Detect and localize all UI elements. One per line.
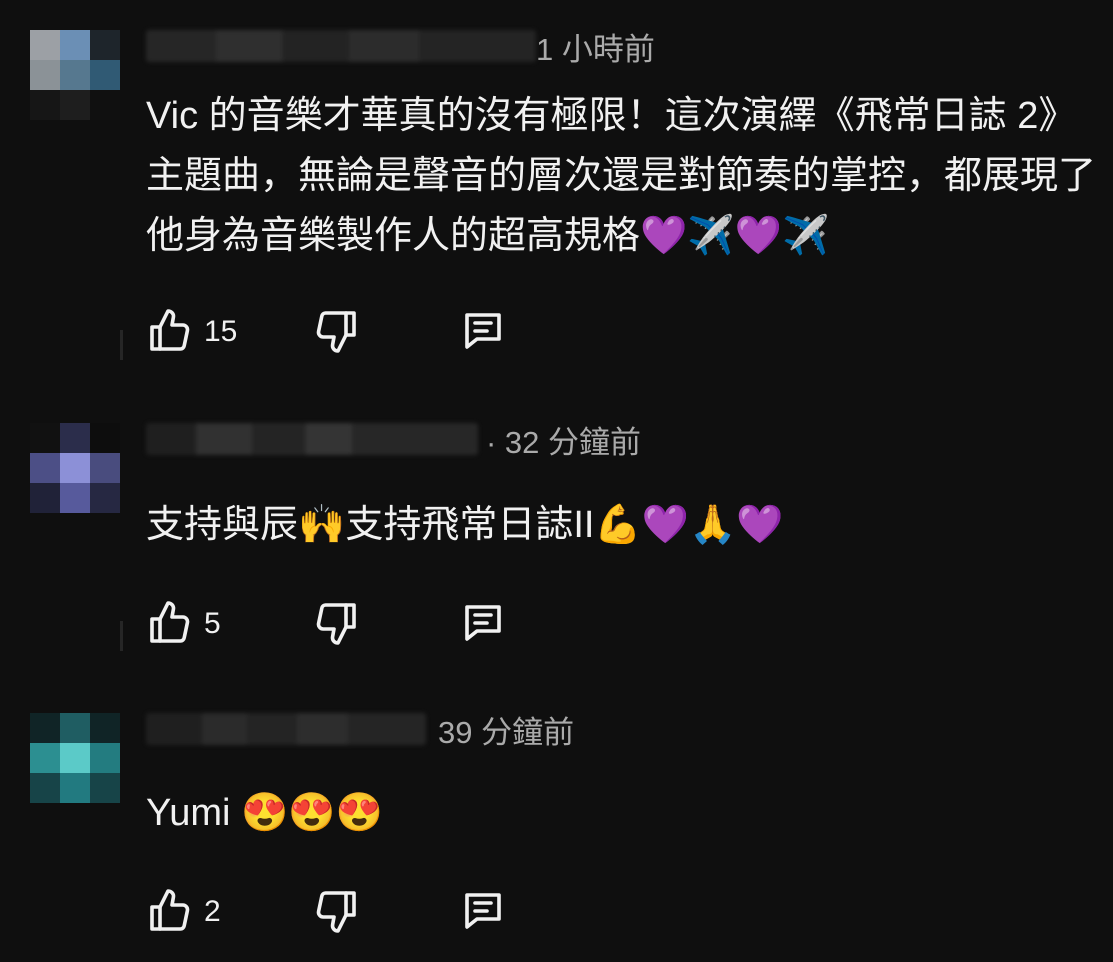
comment-item: 1 小時前 Vic 的音樂才華真的沒有極限！這次演繹《飛常日誌 2》主題曲，無論… [0,0,1113,360]
dislike-button[interactable] [312,597,360,651]
thumb-down-icon [316,603,356,645]
thumb-down-icon [316,891,356,933]
author-name[interactable] [146,423,478,455]
comment-timestamp[interactable]: 1 小時前 [536,32,655,68]
reply-comment-icon [465,313,501,349]
thread-divider [120,330,123,360]
dislike-button[interactable] [312,305,360,359]
author-name[interactable] [146,713,426,745]
thumb-up-icon [150,889,190,931]
comment-actions: 2 [146,885,546,939]
reply-button[interactable] [459,305,511,359]
avatar[interactable] [30,30,120,120]
comment-actions: 15 [146,305,546,359]
comment-text: 支持與辰🙌支持飛常日誌II💪💜🙏💜 [146,504,784,546]
like-count: 5 [204,607,221,640]
comment-item: 39 分鐘前 Yumi 😍😍😍 2 [0,683,1113,962]
comment-actions: 5 [146,597,546,651]
like-button[interactable]: 15 [146,305,258,359]
like-button[interactable]: 5 [146,597,258,651]
comment-text: Yumi 😍😍😍 [146,792,383,834]
like-count: 2 [204,895,221,928]
reply-button[interactable] [459,885,511,939]
comment-item: · 32 分鐘前 支持與辰🙌支持飛常日誌II💪💜🙏💜 5 [0,393,1113,683]
thumb-up-icon [150,309,190,351]
like-count: 15 [204,315,238,348]
thread-divider [120,621,123,651]
dislike-button[interactable] [312,885,360,939]
comment-text: Vic 的音樂才華真的沒有極限！這次演繹《飛常日誌 2》主題曲，無論是聲音的層次… [146,95,1097,257]
avatar[interactable] [30,423,120,513]
author-name[interactable] [146,30,536,62]
comment-timestamp[interactable]: 39 分鐘前 [438,715,574,751]
like-button[interactable]: 2 [146,885,258,939]
reply-comment-icon [465,893,501,929]
reply-button[interactable] [459,597,511,651]
avatar[interactable] [30,713,120,803]
thumb-up-icon [150,601,190,643]
thumb-down-icon [316,311,356,353]
comment-timestamp[interactable]: · 32 分鐘前 [486,425,641,461]
reply-comment-icon [465,605,501,641]
